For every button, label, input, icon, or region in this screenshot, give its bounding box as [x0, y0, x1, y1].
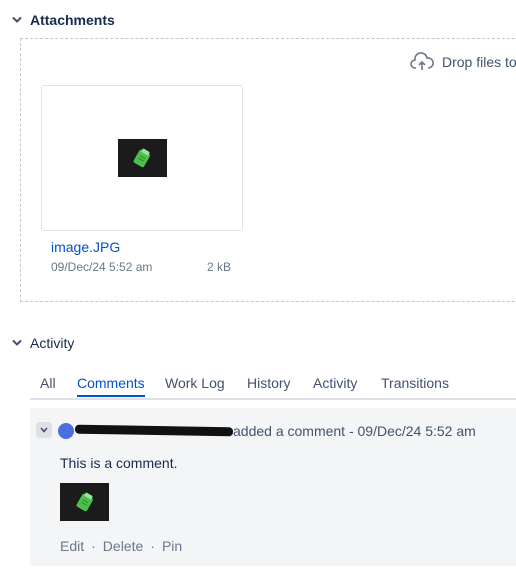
- attachments-section-toggle[interactable]: Attachments: [10, 12, 115, 28]
- image-thumbnail: [117, 139, 167, 177]
- drop-files-hint[interactable]: Drop files to: [410, 52, 516, 72]
- cloud-upload-icon: [410, 52, 434, 72]
- chevron-down-icon: [10, 13, 24, 27]
- attachment-date: 09/Dec/24 5:52 am: [51, 260, 153, 274]
- attachment-size: 2 kB: [207, 260, 232, 274]
- comment-header: added a comment - 09/Dec/24 5:52 am: [233, 423, 476, 439]
- notepad-icon: [133, 148, 150, 168]
- attachment-thumbnail-card[interactable]: [41, 85, 243, 231]
- comment-body: This is a comment.: [60, 455, 178, 471]
- attachment-filename-link[interactable]: image.JPG: [51, 239, 120, 255]
- notepad-icon: [76, 492, 93, 512]
- activity-section-toggle[interactable]: Activity: [10, 335, 74, 351]
- tab-activity[interactable]: Activity: [313, 375, 357, 395]
- issue-panel: Attachments Drop files to image.JPG 09/D…: [0, 0, 516, 573]
- redacted-username: [74, 424, 234, 437]
- activity-title: Activity: [30, 335, 75, 351]
- tab-comments[interactable]: Comments: [77, 375, 145, 397]
- pin-comment-button[interactable]: Pin: [162, 538, 182, 554]
- separator: ·: [150, 538, 155, 554]
- chevron-down-icon: [40, 427, 48, 433]
- tab-transitions[interactable]: Transitions: [381, 375, 449, 395]
- chevron-down-icon: [10, 336, 24, 350]
- tab-history[interactable]: History: [247, 375, 291, 395]
- tab-all[interactable]: All: [40, 375, 56, 395]
- delete-comment-button[interactable]: Delete: [103, 538, 143, 554]
- activity-tabs: All Comments Work Log History Activity T…: [30, 374, 516, 400]
- drop-hint-text: Drop files to: [442, 54, 516, 70]
- comment-actions: Edit · Delete · Pin: [60, 538, 182, 554]
- separator: ·: [91, 538, 96, 554]
- comment-image-thumbnail[interactable]: [60, 483, 109, 521]
- comment-item: added a comment - 09/Dec/24 5:52 am This…: [30, 408, 516, 566]
- comment-collapse-button[interactable]: [36, 422, 52, 438]
- edit-comment-button[interactable]: Edit: [60, 538, 84, 554]
- attachments-title: Attachments: [30, 12, 115, 28]
- tab-work-log[interactable]: Work Log: [165, 375, 225, 395]
- avatar[interactable]: [58, 423, 74, 439]
